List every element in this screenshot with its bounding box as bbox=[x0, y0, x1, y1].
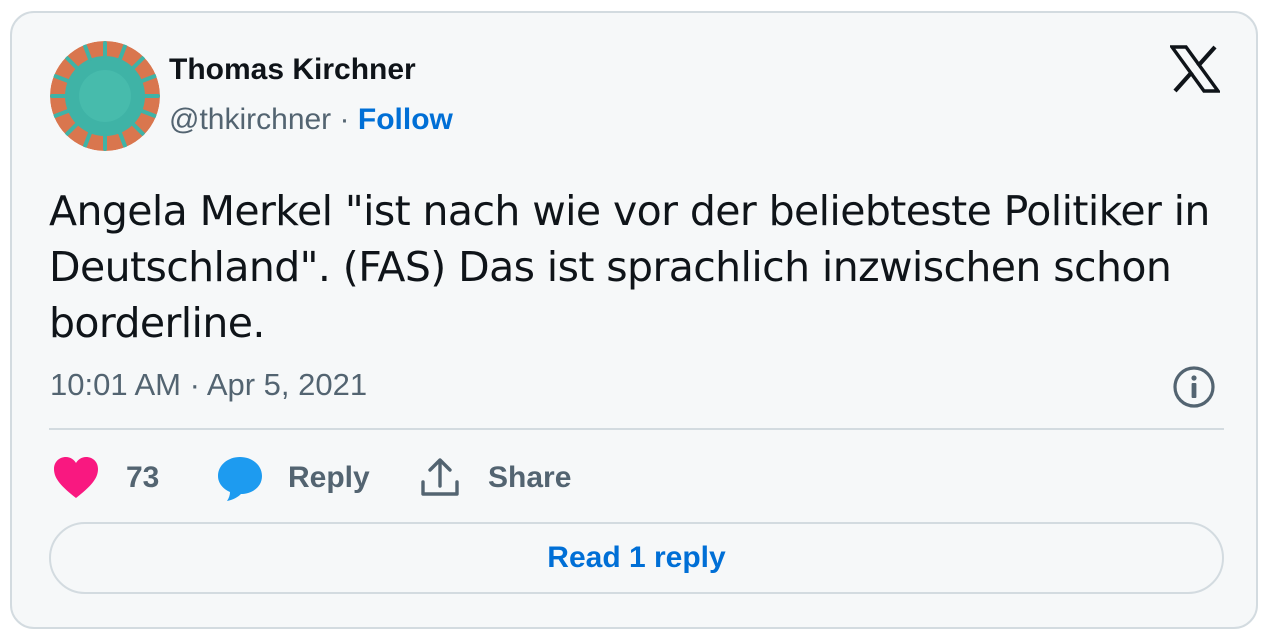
share-button[interactable]: Share bbox=[418, 453, 571, 503]
tweet-card: Thomas Kirchner @thkirchner · Follow Ang… bbox=[10, 11, 1258, 629]
like-button[interactable]: 73 bbox=[52, 453, 159, 503]
like-count: 73 bbox=[126, 461, 160, 494]
avatar[interactable] bbox=[50, 41, 160, 151]
reply-button[interactable]: Reply bbox=[216, 453, 370, 503]
author-name[interactable]: Thomas Kirchner bbox=[169, 53, 416, 87]
author-handle[interactable]: @thkirchner bbox=[169, 103, 331, 136]
follow-button[interactable]: Follow bbox=[358, 103, 453, 136]
share-upload-icon bbox=[421, 458, 459, 496]
tweet-text: Angela Merkel "ist nach wie vor der beli… bbox=[49, 187, 1210, 347]
speech-bubble-icon bbox=[218, 457, 262, 501]
share-label: Share bbox=[488, 461, 572, 494]
read-replies-button[interactable]: Read 1 reply bbox=[49, 522, 1224, 594]
heart-icon bbox=[54, 457, 98, 498]
info-icon[interactable] bbox=[1170, 363, 1218, 411]
avatar-image bbox=[50, 41, 160, 151]
reply-label: Reply bbox=[288, 461, 370, 494]
divider bbox=[49, 428, 1224, 430]
x-logo-icon[interactable] bbox=[1168, 45, 1222, 93]
handle-separator: · bbox=[339, 103, 350, 136]
tweet-timestamp[interactable]: 10:01 AM · Apr 5, 2021 bbox=[50, 367, 367, 403]
author-handle-line: @thkirchner · Follow bbox=[169, 103, 453, 137]
